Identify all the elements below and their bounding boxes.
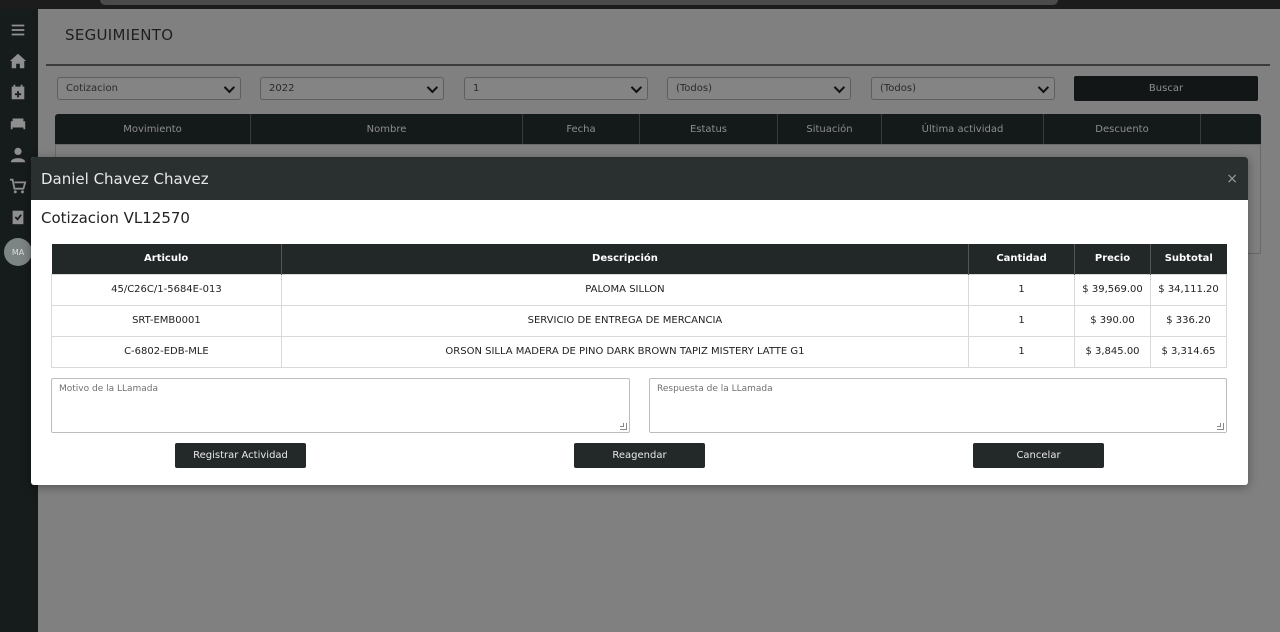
title-divider xyxy=(46,64,1270,66)
grid-col-nombre[interactable]: Nombre xyxy=(251,114,523,144)
sofa-icon[interactable] xyxy=(8,113,28,133)
type-select[interactable]: Cotizacion xyxy=(57,77,241,100)
month-select-value: 1 xyxy=(473,83,480,94)
month-select[interactable]: 1 xyxy=(464,77,648,100)
cell-cantidad: 1 xyxy=(968,335,1076,368)
chevron-down-icon xyxy=(833,81,846,93)
call-reason-textarea[interactable]: Motivo de la LLamada xyxy=(51,378,630,433)
cell-subtotal: $ 336.20 xyxy=(1150,304,1227,337)
table-row: C-6802-EDB-MLE ORSON SILLA MADERA DE PIN… xyxy=(51,335,1227,368)
col-descripcion: Descripción xyxy=(281,244,970,274)
resize-grip-icon[interactable] xyxy=(620,423,627,430)
col-precio: Precio xyxy=(1074,244,1151,274)
cell-cantidad: 1 xyxy=(968,304,1076,337)
cell-descripcion: PALOMA SILLON xyxy=(280,273,970,306)
cell-articulo: SRT-EMB0001 xyxy=(51,304,282,337)
cell-articulo: C-6802-EDB-MLE xyxy=(51,335,282,368)
cell-subtotal: $ 3,314.65 xyxy=(1150,335,1227,368)
cell-precio: $ 390.00 xyxy=(1074,304,1151,337)
status-select[interactable]: (Todos) xyxy=(667,77,851,100)
reschedule-button[interactable]: Reagendar xyxy=(574,443,705,468)
col-subtotal: Subtotal xyxy=(1150,244,1227,274)
page-title: SEGUIMIENTO xyxy=(65,26,174,44)
cell-precio: $ 39,569.00 xyxy=(1074,273,1151,306)
address-bar xyxy=(100,0,1058,5)
situation-select[interactable]: (Todos) xyxy=(871,77,1055,100)
home-icon[interactable] xyxy=(8,51,28,71)
table-row: 45/C26C/1-5684E-013 PALOMA SILLON 1 $ 39… xyxy=(51,273,1227,306)
modal-header: Daniel Chavez Chavez × xyxy=(31,157,1248,200)
activity-modal: Daniel Chavez Chavez × Cotizacion VL1257… xyxy=(31,157,1248,485)
col-articulo: Articulo xyxy=(51,244,282,274)
grid-col-fecha[interactable]: Fecha xyxy=(523,114,640,144)
cancel-button[interactable]: Cancelar xyxy=(973,443,1104,468)
close-icon[interactable]: × xyxy=(1226,171,1238,187)
type-select-value: Cotizacion xyxy=(66,83,118,94)
avatar[interactable]: MA xyxy=(4,238,32,266)
browser-top-strip xyxy=(0,0,1280,9)
year-select-value: 2022 xyxy=(269,83,295,94)
cell-descripcion: ORSON SILLA MADERA DE PINO DARK BROWN TA… xyxy=(280,335,970,368)
grid-col-situacion[interactable]: Situación xyxy=(778,114,882,144)
grid-header: Movimiento Nombre Fecha Estatus Situació… xyxy=(55,114,1261,144)
situation-select-value: (Todos) xyxy=(880,83,917,94)
call-reason-placeholder: Motivo de la LLamada xyxy=(59,384,159,394)
cell-articulo: 45/C26C/1-5684E-013 xyxy=(51,273,282,306)
col-cantidad: Cantidad xyxy=(968,244,1076,274)
cell-descripcion: SERVICIO DE ENTREGA DE MERCANCIA xyxy=(280,304,970,337)
resize-grip-icon[interactable] xyxy=(1217,423,1224,430)
menu-icon[interactable] xyxy=(8,20,28,40)
grid-col-actions xyxy=(1201,114,1261,144)
status-select-value: (Todos) xyxy=(676,83,713,94)
grid-col-ultima-actividad[interactable]: Última actividad xyxy=(882,114,1044,144)
table-header-row: Articulo Descripción Cantidad Precio Sub… xyxy=(51,244,1227,274)
modal-title: Daniel Chavez Chavez xyxy=(41,169,209,188)
chevron-down-icon xyxy=(1037,81,1050,93)
cell-cantidad: 1 xyxy=(968,273,1076,306)
register-activity-button[interactable]: Registrar Actividad xyxy=(175,443,306,468)
user-icon[interactable] xyxy=(8,145,28,165)
table-row: SRT-EMB0001 SERVICIO DE ENTREGA DE MERCA… xyxy=(51,304,1227,337)
chevron-down-icon xyxy=(223,81,236,93)
cart-icon[interactable] xyxy=(8,176,28,196)
calendar-icon[interactable] xyxy=(8,82,28,102)
cell-subtotal: $ 34,111.20 xyxy=(1150,273,1227,306)
call-response-textarea[interactable]: Respuesta de la LLamada xyxy=(649,378,1227,433)
clipboard-check-icon[interactable] xyxy=(8,207,28,227)
year-select[interactable]: 2022 xyxy=(260,77,444,100)
grid-col-movimiento[interactable]: Movimiento xyxy=(55,114,251,144)
call-response-placeholder: Respuesta de la LLamada xyxy=(657,384,773,394)
items-table: Articulo Descripción Cantidad Precio Sub… xyxy=(51,244,1227,368)
quote-title: Cotizacion VL12570 xyxy=(41,209,190,227)
grid-col-descuento[interactable]: Descuento xyxy=(1044,114,1201,144)
search-button[interactable]: Buscar xyxy=(1074,76,1258,101)
chevron-down-icon xyxy=(630,81,643,93)
grid-col-estatus[interactable]: Estatus xyxy=(640,114,778,144)
chevron-down-icon xyxy=(426,81,439,93)
cell-precio: $ 3,845.00 xyxy=(1074,335,1151,368)
